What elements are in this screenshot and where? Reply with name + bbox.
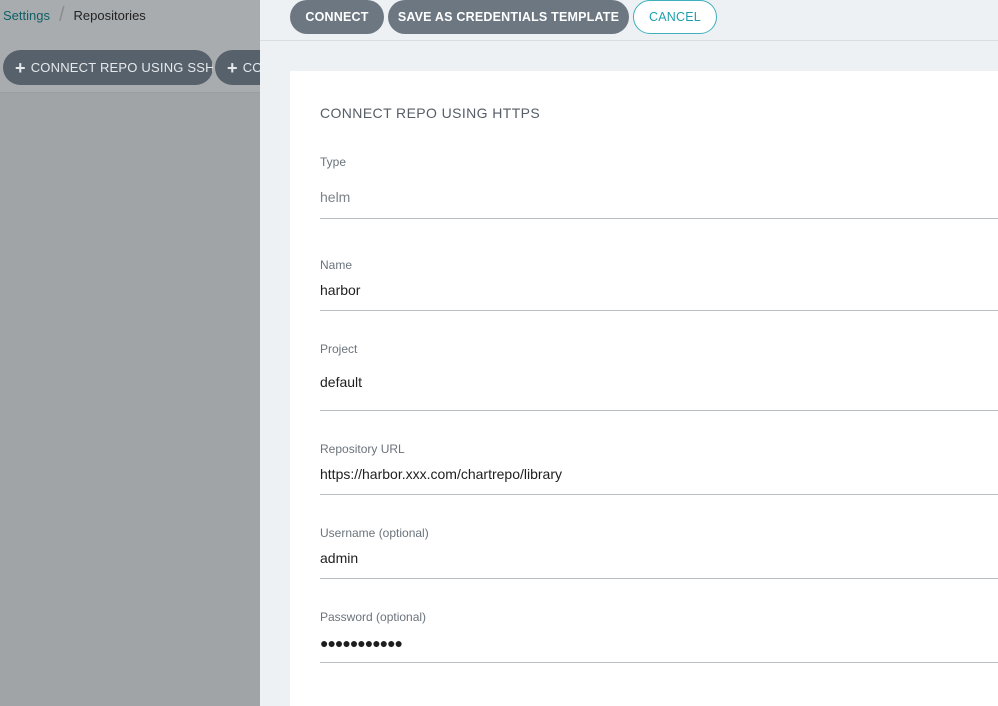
- background-header: Settings / Repositories + CONNECT REPO U…: [0, 0, 275, 93]
- password-label: Password (optional): [320, 610, 427, 624]
- repository-url-label: Repository URL: [320, 442, 405, 456]
- username-input[interactable]: admin: [320, 550, 358, 566]
- type-value: helm: [320, 189, 351, 205]
- form-title: CONNECT REPO USING HTTPS: [320, 105, 541, 121]
- repository-url-field[interactable]: Repository URL https://harbor.xxx.com/ch…: [320, 438, 998, 495]
- breadcrumb-current: Repositories: [73, 8, 146, 23]
- connect-repo-panel: CONNECT SAVE AS CREDENTIALS TEMPLATE CAN…: [260, 0, 998, 706]
- breadcrumb-settings-link[interactable]: Settings: [3, 8, 50, 23]
- password-field[interactable]: Password (optional) ●●●●●●●●●●●: [320, 606, 998, 663]
- username-field[interactable]: Username (optional) admin: [320, 522, 998, 579]
- repository-url-input[interactable]: https://harbor.xxx.com/chartrepo/library: [320, 466, 562, 482]
- name-input[interactable]: harbor: [320, 282, 360, 298]
- name-field[interactable]: Name harbor: [320, 254, 998, 311]
- connect-button[interactable]: CONNECT: [290, 0, 384, 34]
- type-label: Type: [320, 155, 347, 169]
- password-input[interactable]: ●●●●●●●●●●●: [320, 635, 403, 651]
- repo-form-card: CONNECT REPO USING HTTPS Type helm Name …: [290, 71, 998, 706]
- project-value: default: [320, 374, 363, 390]
- connect-ssh-button[interactable]: + CONNECT REPO USING SSH: [3, 50, 213, 85]
- plus-icon: +: [227, 57, 238, 78]
- connect-ssh-label: CONNECT REPO USING SSH: [30, 60, 213, 75]
- project-field[interactable]: Project default: [320, 338, 998, 411]
- breadcrumb-separator: /: [58, 4, 65, 26]
- save-as-credentials-template-button[interactable]: SAVE AS CREDENTIALS TEMPLATE: [388, 0, 629, 34]
- project-label: Project: [320, 342, 358, 356]
- panel-toolbar: CONNECT SAVE AS CREDENTIALS TEMPLATE CAN…: [260, 0, 998, 41]
- type-field[interactable]: Type helm: [320, 151, 998, 219]
- username-label: Username (optional): [320, 526, 429, 540]
- cancel-button[interactable]: CANCEL: [633, 0, 717, 34]
- background-overlay[interactable]: [0, 93, 260, 706]
- breadcrumb: Settings / Repositories: [3, 4, 146, 26]
- plus-icon: +: [15, 57, 26, 78]
- name-label: Name: [320, 258, 353, 272]
